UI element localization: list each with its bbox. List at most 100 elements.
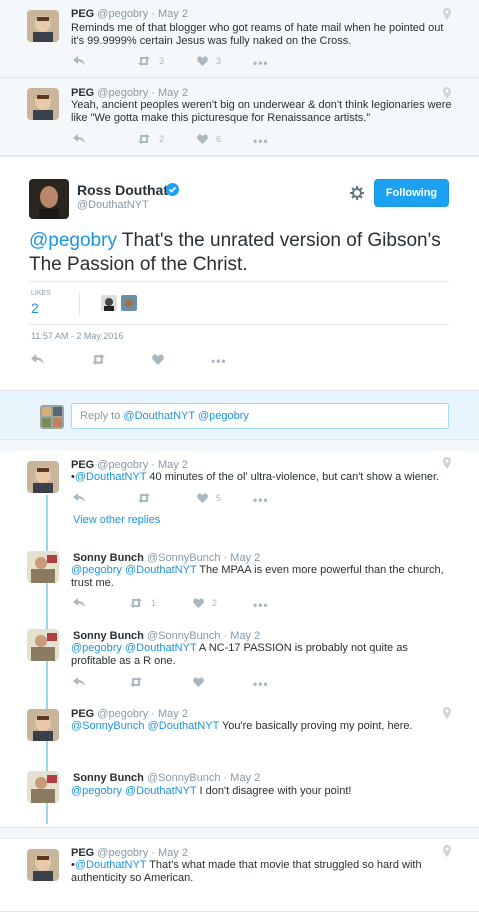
mention-link[interactable]: @pegobry @DouthatNYT [71,642,196,654]
conversation-thread: PEG @pegobry · May 2 •@DouthatNYT 40 min… [0,451,479,828]
reply-button[interactable] [31,354,44,365]
tweet-time[interactable]: May 2 [158,459,188,471]
tweet-time[interactable]: May 2 [230,630,260,642]
author-handle[interactable]: @pegobry [97,87,148,99]
conversation-tweet[interactable]: PEG @pegobry · May 2 @SonnyBunch @Doutha… [0,703,479,767]
author-handle[interactable]: @SonnyBunch [147,630,221,642]
mention-link[interactable]: @pegobry @DouthatNYT [71,785,196,797]
author-name[interactable]: PEG [71,8,94,20]
avatar[interactable] [27,849,59,881]
mention-link[interactable]: @DouthatNYT [75,859,147,871]
more-icon[interactable]: ••• [253,134,269,148]
retweet-count: 2 [159,134,165,144]
mention-link[interactable]: @DouthatNYT [75,471,147,483]
retweet-button[interactable] [137,493,159,503]
mention-link[interactable]: @SonnyBunch @DouthatNYT [71,720,219,732]
tweet-actions: 5 ••• [71,493,291,507]
reply-button[interactable] [73,56,85,66]
author-name[interactable]: PEG [71,847,94,859]
tweet-header: PEG @pegobry · May 2 [71,847,188,859]
retweet-button[interactable]: 1 [129,598,156,608]
tweet-text: Reminds me of that blogger who got reams… [71,22,444,47]
retweet-button[interactable]: 2 [137,134,164,144]
like-button[interactable]: 5 [197,493,221,503]
location-icon [443,87,451,99]
location-icon [443,457,451,469]
tweet-header: Sonny Bunch @SonnyBunch · May 2 [73,552,261,564]
like-button[interactable]: 6 [197,134,221,144]
tweet-text: •@DouthatNYT 40 minutes of the ol' ultra… [71,471,440,483]
liker-avatar[interactable] [101,295,117,311]
tweet-time[interactable]: May 2 [230,772,260,784]
tweet-actions: ••• [71,677,291,691]
conversation-tweet[interactable]: PEG @pegobry · May 2 •@DouthatNYT 40 min… [0,451,479,541]
author-name[interactable]: Sonny Bunch [73,772,144,784]
top-reply-2[interactable]: PEG @pegobry · May 2 Yeah, ancient peopl… [0,78,479,156]
conversation-tweet[interactable]: Sonny Bunch @SonnyBunch · May 2 @pegobry… [0,625,479,703]
mention-link[interactable]: @pegobry @DouthatNYT [71,564,196,576]
avatar[interactable] [27,10,59,42]
tweet-time[interactable]: May 2 [158,708,188,720]
author-handle[interactable]: @pegobry [97,708,148,720]
following-button[interactable]: Following [374,179,449,207]
conversation-tweet[interactable]: Sonny Bunch @SonnyBunch · May 2 @pegobry… [0,547,479,625]
retweet-button[interactable] [129,677,143,687]
tweet-time[interactable]: May 2 [158,847,188,859]
tweet-text: @pegobry That's the unrated version of G… [29,229,449,277]
retweet-button[interactable]: 3 [137,56,164,66]
more-icon[interactable]: ••• [253,493,269,507]
avatar[interactable] [27,709,59,741]
gear-icon[interactable] [350,186,364,200]
tweet-time[interactable]: May 2 [230,552,260,564]
avatar[interactable] [27,461,59,493]
author-name[interactable]: PEG [71,459,94,471]
tweet-time[interactable]: May 2 [158,8,188,20]
tweet-text: @pegobry @DouthatNYT A NC-17 PASSION is … [71,642,408,667]
like-button[interactable]: 3 [197,56,221,66]
reply-button[interactable] [73,493,85,503]
mention-link[interactable]: @pegobry [29,230,117,251]
author-avatar[interactable] [29,179,69,219]
more-icon[interactable]: ••• [253,598,269,612]
author-name[interactable]: Sonny Bunch [73,630,144,642]
author-name[interactable]: PEG [71,87,94,99]
reply-input[interactable]: Reply to @DouthatNYT @pegobry [71,403,449,429]
tweet-header: Sonny Bunch @SonnyBunch · May 2 [73,772,261,784]
view-other-replies-link[interactable]: View other replies [73,514,160,526]
tweet-actions: ••• [31,354,251,368]
tweet-header: Sonny Bunch @SonnyBunch · May 2 [73,630,261,642]
avatar[interactable] [27,771,59,803]
liker-avatar[interactable] [121,295,137,311]
author-handle[interactable]: @SonnyBunch [147,772,221,784]
avatar[interactable] [27,629,59,661]
reply-button[interactable] [73,598,85,608]
author-name[interactable]: Ross Douthat [77,182,168,198]
author-handle[interactable]: @DouthatNYT [77,199,149,211]
likes-count[interactable]: 2 [31,300,39,316]
verified-badge-icon [166,183,179,196]
author-name[interactable]: PEG [71,708,94,720]
reply-button[interactable] [73,677,85,687]
more-icon[interactable]: ••• [253,56,269,70]
avatar[interactable] [27,88,59,120]
like-button[interactable] [152,354,164,365]
like-button[interactable]: 2 [193,598,217,608]
top-reply-1[interactable]: PEG @pegobry · May 2 Reminds me of that … [0,0,479,78]
tweet-timestamp[interactable]: 11:57 AM - 2 May 2016 [31,331,123,341]
author-handle[interactable]: @SonnyBunch [147,552,221,564]
divider [79,292,80,316]
author-handle[interactable]: @pegobry [97,459,148,471]
reply-button[interactable] [73,134,85,144]
like-button[interactable] [193,677,204,687]
tweet-actions: 2 6 ••• [71,134,291,148]
retweet-button[interactable] [91,354,106,365]
conversation-tweet[interactable]: Sonny Bunch @SonnyBunch · May 2 @pegobry… [0,767,479,827]
author-handle[interactable]: @pegobry [97,847,148,859]
conversation-tweet[interactable]: PEG @pegobry · May 2 •@DouthatNYT That's… [0,838,479,912]
author-name[interactable]: Sonny Bunch [73,552,144,564]
author-handle[interactable]: @pegobry [97,8,148,20]
tweet-time[interactable]: May 2 [158,87,188,99]
avatar[interactable] [27,551,59,583]
more-icon[interactable]: ••• [211,354,227,368]
more-icon[interactable]: ••• [253,677,269,691]
